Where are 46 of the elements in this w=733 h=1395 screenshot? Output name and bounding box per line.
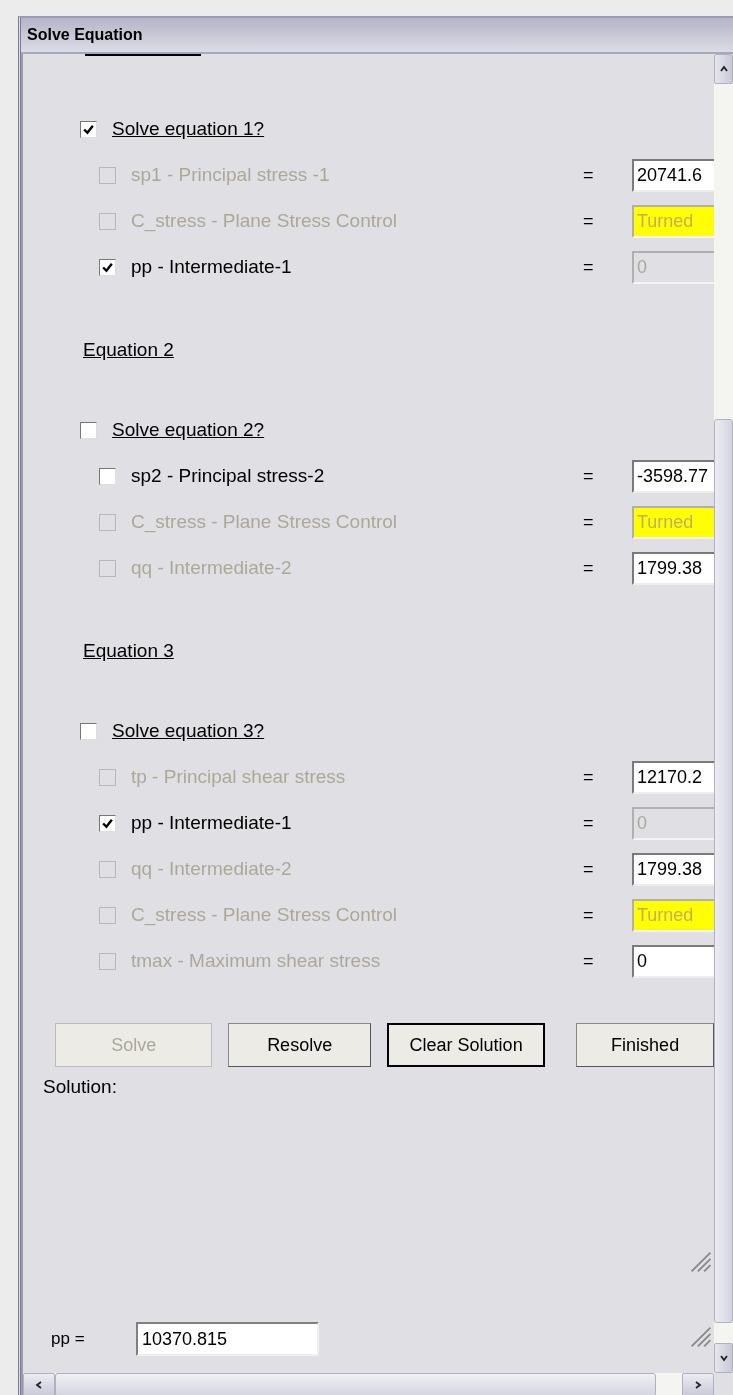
scroll-thumb[interactable] [714, 419, 733, 1323]
push-button[interactable]: Resolve [228, 1023, 371, 1067]
checkbox[interactable] [99, 258, 116, 276]
equals-sign: = [583, 256, 594, 278]
checkbox[interactable] [80, 120, 97, 138]
push-button[interactable]: Clear Solution [386, 1023, 546, 1067]
equals-sign: = [583, 950, 594, 972]
checkbox-label[interactable]: Solve equation 3? [112, 720, 265, 742]
equals-sign: = [583, 904, 594, 926]
result-field[interactable]: 10370.815 [136, 1322, 319, 1356]
scroll-right-button[interactable] [682, 1373, 714, 1395]
input-field[interactable]: -3598.77 [632, 459, 714, 493]
caret-down-icon [718, 1353, 729, 1363]
checkbox[interactable] [99, 467, 116, 485]
window-title: Solve Equation [27, 26, 143, 44]
caret-up-icon [718, 64, 729, 74]
equals-sign: = [583, 465, 594, 487]
solution-label: Solution: [43, 1076, 118, 1098]
resize-grip-icon[interactable] [690, 1251, 712, 1273]
checkbox-label[interactable]: pp - Intermediate-1 [131, 256, 292, 278]
equals-sign: = [583, 858, 594, 880]
caret-right-icon [693, 1380, 703, 1390]
equals-sign: = [583, 511, 594, 533]
caret-left-icon [34, 1380, 44, 1390]
checkbox[interactable] [80, 722, 97, 740]
scroll-up-button[interactable] [714, 54, 733, 84]
scrollbar-corner [714, 1373, 733, 1395]
result-label: pp = [51, 1329, 86, 1349]
push-button[interactable]: Finished [576, 1023, 714, 1067]
resize-grip-icon[interactable] [690, 1326, 712, 1348]
checkbox[interactable] [99, 814, 116, 832]
checkbox-label[interactable]: Solve equation 2? [112, 419, 265, 441]
section-heading: Equation 3 [83, 639, 175, 663]
scroll-down-button[interactable] [714, 1343, 733, 1373]
equals-sign: = [583, 812, 594, 834]
scroll-thumb[interactable] [55, 1373, 656, 1395]
section-heading: Equation 2 [83, 338, 175, 362]
equals-sign: = [583, 557, 594, 579]
scroll-left-button[interactable] [23, 1373, 55, 1395]
checkbox-label[interactable]: Solve equation 1? [112, 118, 265, 140]
checkbox[interactable] [80, 421, 97, 439]
equals-sign: = [583, 164, 594, 186]
checkbox-label[interactable]: pp - Intermediate-1 [131, 812, 292, 834]
equals-sign: = [583, 210, 594, 232]
equals-sign: = [583, 766, 594, 788]
checkbox-label[interactable]: sp2 - Principal stress-2 [131, 465, 325, 487]
